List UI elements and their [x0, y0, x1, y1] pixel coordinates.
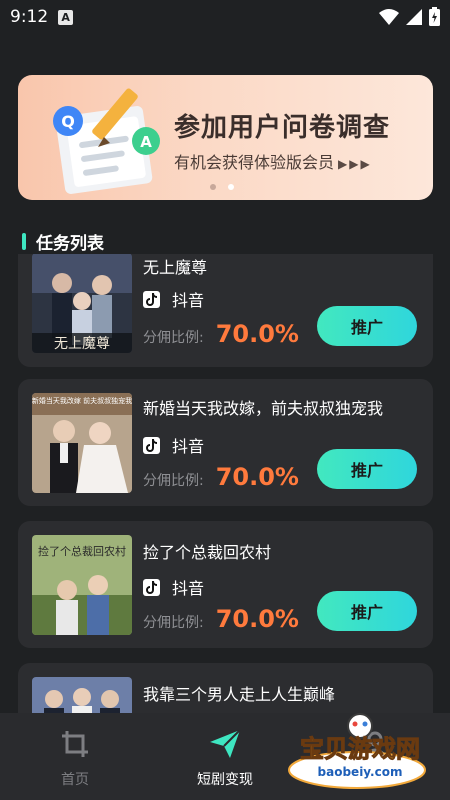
- qa-clipboard-icon: Q A: [53, 88, 160, 194]
- nav-label: 首页: [61, 772, 89, 788]
- banner-subtitle: 有机会获得体验版会员 ▶▶▶: [174, 149, 372, 173]
- platform-name: 抖音: [172, 291, 205, 310]
- ratio-value: 70.0%: [215, 463, 299, 491]
- ratio-value: 70.0%: [215, 320, 299, 348]
- svg-text:Q: Q: [61, 112, 75, 131]
- task-card[interactable]: 无上魔尊 无上魔尊 抖音 分佣比例: 70.0% 推广: [18, 254, 433, 367]
- ratio-label: 分佣比例:: [143, 330, 204, 346]
- poster-title: 无上魔尊: [54, 335, 110, 352]
- status-bar: 9:12 A: [0, 0, 450, 34]
- paper-plane-icon: [210, 729, 241, 758]
- nav-item-home[interactable]: 首页: [0, 713, 150, 800]
- survey-banner[interactable]: Q A 参加用户问卷调查 有机会获得体验版会员 ▶▶▶: [18, 75, 433, 200]
- ratio-label: 分佣比例:: [143, 615, 204, 631]
- status-time: 9:12: [10, 7, 49, 27]
- carousel-dot: [210, 184, 216, 190]
- platform-name: 抖音: [172, 437, 205, 456]
- watermark-url: baobeiy.com: [318, 765, 403, 779]
- platform-row: 抖音: [143, 575, 204, 599]
- drama-poster: 无上魔尊: [32, 254, 132, 353]
- battery-icon: [429, 7, 440, 26]
- status-notification-icon: A: [58, 9, 74, 25]
- drama-poster: 新婚当天我改嫁 前夫叔叔独宠我: [32, 393, 132, 493]
- crop-icon: [62, 731, 88, 757]
- platform-row: 抖音: [143, 287, 204, 311]
- drama-poster: [32, 677, 132, 713]
- task-card[interactable]: 捡了个总裁回农村 捡了个总裁回农村 抖音 分佣比例: 70.0% 推广: [18, 521, 433, 648]
- banner-title: 参加用户问卷调查: [174, 113, 391, 143]
- section-accent-bar: [22, 232, 26, 250]
- commission-ratio: 分佣比例: 70.0%: [143, 463, 299, 491]
- drama-title: 捡了个总裁回农村: [143, 543, 272, 562]
- douyin-icon: [143, 290, 160, 308]
- drama-title: 无上魔尊: [143, 258, 208, 277]
- platform-row: 抖音: [143, 433, 204, 457]
- ratio-value: 70.0%: [215, 605, 299, 633]
- poster-title: 新婚当天我改嫁 前夫叔叔独宠我: [32, 396, 132, 405]
- carousel-dot-active: [228, 184, 234, 190]
- signal-icon: [406, 8, 422, 25]
- svg-text:A: A: [140, 133, 152, 151]
- nav-label: 短剧变现: [197, 772, 253, 788]
- drama-title: 我靠三个男人走上人生巅峰: [143, 685, 336, 704]
- carousel-indicator: [210, 184, 234, 190]
- platform-name: 抖音: [172, 579, 205, 598]
- promote-button[interactable]: 推广: [317, 591, 417, 631]
- drama-title: 新婚当天我改嫁，前夫叔叔独宠我: [143, 399, 384, 418]
- promote-button[interactable]: 推广: [317, 449, 417, 489]
- watermark-text: 宝贝游戏网: [300, 735, 420, 763]
- banner-subtitle-text: 有机会获得体验版会员: [174, 153, 335, 172]
- watermark-logo: 宝贝游戏网 baobeiy.com: [288, 713, 426, 789]
- ratio-label: 分佣比例:: [143, 473, 204, 489]
- drama-poster: 捡了个总裁回农村: [32, 535, 132, 635]
- arrows-icon: ▶▶▶: [338, 157, 372, 171]
- douyin-icon: [143, 578, 160, 596]
- section-title: 任务列表: [36, 233, 104, 254]
- wifi-icon: [379, 8, 399, 25]
- section-header: 任务列表: [22, 231, 104, 254]
- commission-ratio: 分佣比例: 70.0%: [143, 605, 299, 633]
- task-card[interactable]: 我靠三个男人走上人生巅峰: [18, 663, 433, 713]
- poster-title: 捡了个总裁回农村: [38, 544, 126, 558]
- promote-button[interactable]: 推广: [317, 306, 417, 346]
- task-list[interactable]: 无上魔尊 无上魔尊 抖音 分佣比例: 70.0% 推广 新婚当天我改嫁 前夫叔叔…: [0, 254, 450, 713]
- task-card[interactable]: 新婚当天我改嫁 前夫叔叔独宠我 新婚当天我改嫁，前夫叔叔独宠我 抖音 分佣比例:…: [18, 379, 433, 506]
- status-icons: [379, 7, 440, 26]
- douyin-icon: [143, 436, 160, 454]
- commission-ratio: 分佣比例: 70.0%: [143, 320, 299, 348]
